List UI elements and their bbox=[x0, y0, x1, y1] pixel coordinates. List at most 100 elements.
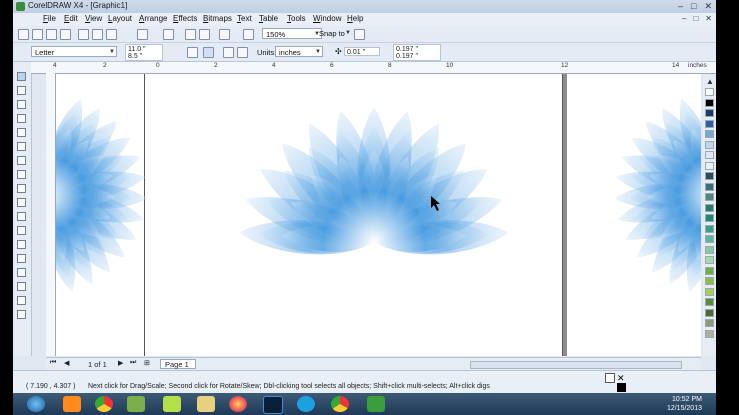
menu-edit[interactable]: Edit bbox=[64, 14, 78, 23]
photoshop-icon[interactable] bbox=[263, 396, 283, 414]
palette-swatch[interactable] bbox=[705, 109, 714, 117]
basic-shapes-tool-icon[interactable] bbox=[17, 198, 26, 207]
palette-up-arrow-icon[interactable]: ▲ bbox=[706, 77, 714, 86]
table-tool-icon[interactable] bbox=[17, 226, 26, 235]
coreldraw-taskbar-icon[interactable] bbox=[127, 396, 145, 412]
doc-close-button[interactable]: ✕ bbox=[705, 14, 712, 23]
smart-fill-tool-icon[interactable] bbox=[17, 142, 26, 151]
menu-text[interactable]: Text bbox=[237, 14, 252, 23]
menu-layout[interactable]: Layout bbox=[108, 14, 132, 23]
nudge-input[interactable]: 0.01 " bbox=[344, 47, 380, 56]
palette-swatch[interactable] bbox=[705, 256, 714, 264]
cut-icon[interactable] bbox=[78, 29, 89, 40]
pick-tool-icon[interactable] bbox=[17, 72, 26, 81]
horizontal-ruler[interactable]: 4 2 0 2 4 6 8 10 12 14 inches bbox=[31, 62, 716, 74]
shape-tool-icon[interactable] bbox=[17, 86, 26, 95]
polygon-tool-icon[interactable] bbox=[17, 184, 26, 193]
page-height-input[interactable]: 8.5 " bbox=[125, 52, 163, 61]
next-page-icon[interactable]: ▶ bbox=[118, 359, 123, 367]
save-icon[interactable] bbox=[46, 29, 57, 40]
palette-swatch[interactable] bbox=[705, 224, 714, 233]
export-icon[interactable] bbox=[199, 29, 210, 40]
portrait-icon[interactable] bbox=[187, 47, 198, 58]
prev-page-icon[interactable]: ◀ bbox=[64, 359, 69, 367]
eyedropper-tool-icon[interactable] bbox=[17, 282, 26, 291]
first-page-icon[interactable]: ⏮ bbox=[50, 359, 56, 367]
duplicate-y-input[interactable]: 0.197 " bbox=[393, 52, 441, 61]
open-icon[interactable] bbox=[32, 29, 43, 40]
chrome-icon[interactable] bbox=[95, 396, 113, 412]
menu-table[interactable]: Table bbox=[259, 14, 278, 23]
lotus-artwork[interactable] bbox=[56, 74, 701, 356]
menu-effects[interactable]: Effects bbox=[173, 14, 197, 23]
outline-tool-icon[interactable] bbox=[17, 296, 26, 305]
palette-swatch[interactable] bbox=[705, 119, 714, 128]
palette-swatch[interactable] bbox=[705, 245, 714, 254]
text-tool-icon[interactable] bbox=[17, 212, 26, 221]
application-launcher-icon[interactable] bbox=[219, 29, 230, 40]
palette-swatch[interactable] bbox=[705, 98, 714, 107]
outline-color-icon[interactable] bbox=[617, 383, 626, 392]
vlc-icon[interactable] bbox=[63, 396, 81, 412]
options-icon[interactable] bbox=[354, 29, 365, 40]
dimension-tool-icon[interactable] bbox=[17, 240, 26, 249]
units-select[interactable]: inches ▼ bbox=[275, 46, 323, 57]
doc-restore-button[interactable]: □ bbox=[693, 14, 698, 23]
menu-bitmaps[interactable]: Bitmaps bbox=[203, 14, 232, 23]
lotus-flower-left-copy[interactable] bbox=[56, 95, 148, 295]
copy-icon[interactable] bbox=[92, 29, 103, 40]
all-pages-icon[interactable] bbox=[223, 47, 234, 58]
palette-swatch[interactable] bbox=[705, 298, 714, 306]
welcome-screen-icon[interactable] bbox=[243, 29, 254, 40]
print-icon[interactable] bbox=[60, 29, 71, 40]
palette-swatch[interactable] bbox=[705, 329, 714, 338]
palette-swatch[interactable] bbox=[705, 319, 714, 327]
page-tab[interactable]: Page 1 bbox=[160, 359, 196, 369]
file-explorer-icon[interactable] bbox=[197, 396, 215, 412]
new-icon[interactable] bbox=[18, 29, 29, 40]
palette-swatch[interactable] bbox=[705, 140, 714, 149]
paste-icon[interactable] bbox=[106, 29, 117, 40]
doc-minimize-button[interactable]: – bbox=[682, 14, 686, 23]
redo-icon[interactable] bbox=[163, 29, 174, 40]
palette-swatch[interactable] bbox=[705, 277, 714, 285]
fill-tool-icon[interactable] bbox=[17, 310, 26, 319]
landscape-icon[interactable] bbox=[203, 47, 214, 58]
undo-icon[interactable] bbox=[137, 29, 148, 40]
crop-tool-icon[interactable] bbox=[17, 100, 26, 109]
coreldraw-running-icon[interactable] bbox=[163, 396, 181, 412]
palette-swatch[interactable] bbox=[705, 151, 714, 159]
last-page-icon[interactable]: ⏭ bbox=[130, 359, 136, 367]
palette-swatch[interactable] bbox=[705, 266, 714, 275]
lotus-flower-right-copy[interactable] bbox=[614, 95, 701, 295]
vertical-ruler[interactable] bbox=[46, 73, 56, 356]
horizontal-scrollbar[interactable] bbox=[470, 361, 682, 369]
connector-tool-icon[interactable] bbox=[17, 254, 26, 263]
ellipse-tool-icon[interactable] bbox=[17, 170, 26, 179]
maximize-button[interactable]: □ bbox=[691, 1, 696, 12]
drawing-canvas[interactable] bbox=[56, 74, 701, 356]
minimize-button[interactable]: – bbox=[678, 1, 683, 12]
add-page-icon[interactable]: ⊞ bbox=[144, 359, 150, 367]
firefox-icon[interactable] bbox=[229, 396, 247, 412]
palette-swatch[interactable] bbox=[705, 203, 714, 212]
paper-type-select[interactable]: Letter ▼ bbox=[31, 46, 117, 57]
palette-swatch[interactable] bbox=[705, 172, 714, 180]
start-button[interactable] bbox=[27, 396, 45, 412]
chrome-second-icon[interactable] bbox=[331, 396, 349, 412]
zoom-select[interactable]: 150% ▼ bbox=[262, 28, 322, 39]
palette-swatch[interactable] bbox=[705, 130, 714, 138]
palette-swatch[interactable] bbox=[705, 182, 714, 191]
current-page-icon[interactable] bbox=[237, 47, 248, 58]
menu-view[interactable]: View bbox=[85, 14, 102, 23]
freehand-tool-icon[interactable] bbox=[17, 128, 26, 137]
menu-file[interactable]: File bbox=[43, 14, 56, 23]
interactive-blend-tool-icon[interactable] bbox=[17, 268, 26, 277]
menu-arrange[interactable]: Arrange bbox=[139, 14, 167, 23]
fill-indicator-icon[interactable] bbox=[605, 373, 615, 383]
lotus-flower-center[interactable] bbox=[238, 107, 510, 259]
snap-to-dropdown[interactable]: Snap to ▼ bbox=[316, 28, 352, 39]
close-button[interactable]: ✕ bbox=[704, 1, 712, 12]
palette-swatch[interactable] bbox=[705, 161, 714, 170]
palette-swatch[interactable] bbox=[705, 308, 714, 317]
